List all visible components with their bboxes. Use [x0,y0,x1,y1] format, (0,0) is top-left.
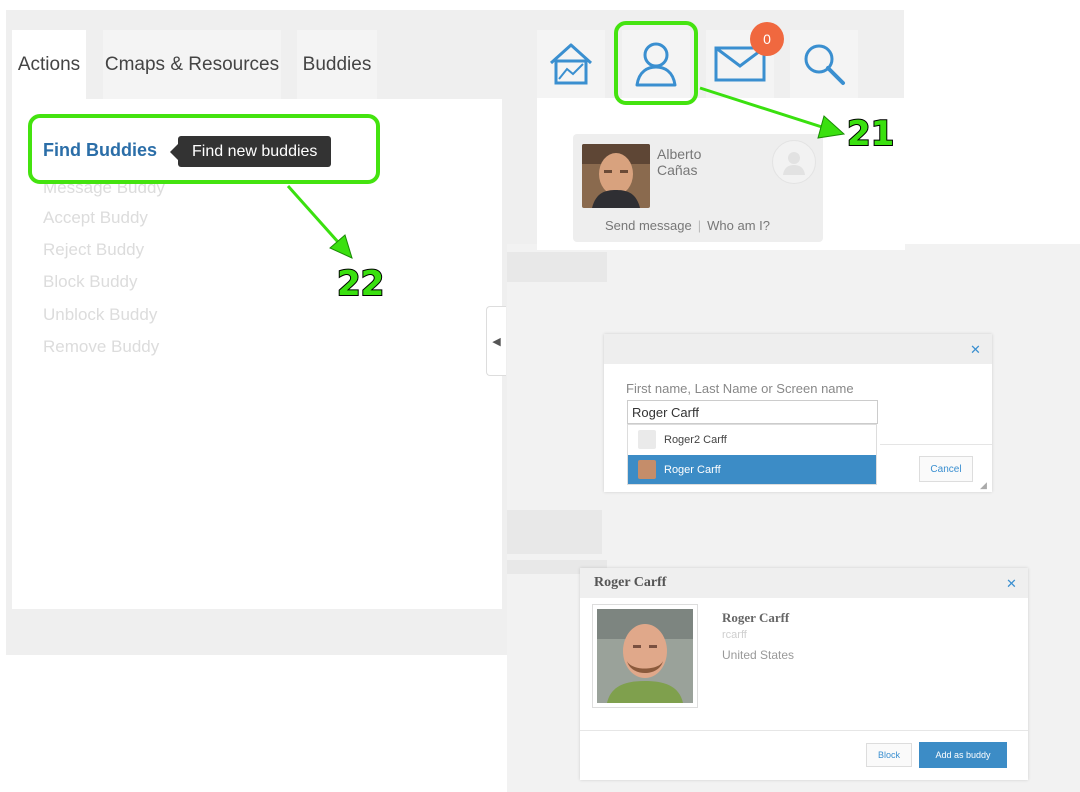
buddy-name: Roger Carff [722,610,790,625]
unblock-buddy-item[interactable]: Unblock Buddy [43,305,157,325]
user-silhouette-icon [783,152,805,175]
profile-last-name: Cañas [657,162,698,178]
tab-label: Buddies [302,54,372,75]
buddy-search-input[interactable] [627,400,878,424]
profile-first-name: Alberto [657,146,702,162]
ghost-element [507,510,602,554]
suggestion-item-selected[interactable]: Roger Carff [628,455,876,484]
remove-buddy-item[interactable]: Remove Buddy [43,337,159,357]
profile-photo [582,144,650,208]
link-separator: | [697,218,702,233]
profile-links: Send message | Who am I? [605,218,770,233]
divider [580,730,1028,731]
home-icon [549,43,593,85]
accept-buddy-item[interactable]: Accept Buddy [43,208,148,228]
suggestion-label: Roger Carff [664,463,721,476]
reject-buddy-item[interactable]: Reject Buddy [43,240,144,260]
send-message-link[interactable]: Send message [605,218,692,233]
dialog-header [604,334,992,364]
tab-buddies[interactable]: Buddies [297,30,377,100]
ghost-element [507,252,607,282]
search-icon [804,44,845,85]
avatar [638,460,656,479]
highlight-box-find-buddies [28,114,380,184]
buddy-screen-name: rcarff [722,629,747,641]
buddy-country: United States [722,648,795,662]
mail-count-badge: 0 [750,22,784,56]
suggestion-item[interactable]: Roger2 Carff [628,425,876,454]
buddy-photo [597,609,693,703]
suggestion-label: Roger2 Carff [664,433,727,446]
tab-cmaps-resources[interactable]: Cmaps & Resources [103,30,281,100]
collapse-panel-button[interactable]: ◀ [486,306,506,376]
cancel-button[interactable]: Cancel [919,456,973,482]
tab-label: Actions [17,54,81,75]
add-as-buddy-button[interactable]: Add as buddy [919,742,1007,768]
callout-number-22: 22 [336,263,385,305]
dialog-title: Roger Carff [594,575,667,590]
callout-number-21: 21 [846,113,895,155]
home-button[interactable] [537,30,605,98]
who-am-i-link[interactable]: Who am I? [707,218,770,233]
profile-name: Alberto Cañas [657,146,701,178]
avatar [638,430,656,449]
block-buddy-item[interactable]: Block Buddy [43,272,138,292]
tab-label: Cmaps & Resources [104,54,280,75]
close-icon[interactable]: ✕ [970,342,981,358]
resize-grip-icon[interactable]: ◢ [980,480,987,491]
block-button[interactable]: Block [866,743,912,767]
search-field-label: First name, Last Name or Screen name [626,381,854,396]
divider [880,444,992,445]
tab-actions[interactable]: Actions [12,30,86,100]
close-icon[interactable]: ✕ [1006,576,1017,592]
highlight-box-profile [614,21,698,105]
caret-left-icon: ◀ [492,335,501,348]
search-button[interactable] [790,30,858,98]
avatar [772,140,816,184]
